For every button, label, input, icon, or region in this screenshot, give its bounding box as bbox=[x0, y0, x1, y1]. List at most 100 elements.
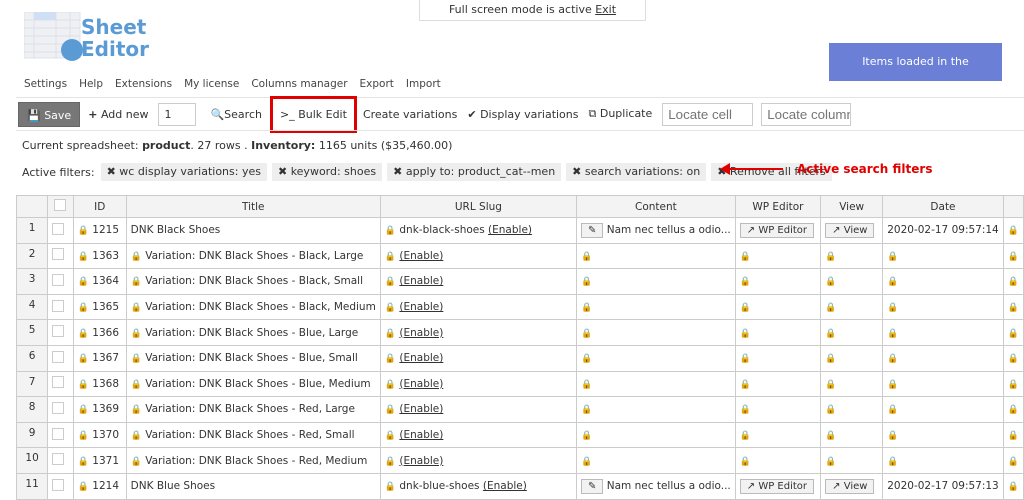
cell-date[interactable]: 2020-02-17 09:57:13 bbox=[882, 472, 1004, 500]
menu-import[interactable]: Import bbox=[406, 78, 441, 90]
menu-settings[interactable]: Settings bbox=[24, 78, 67, 90]
lock-icon: 🔒 bbox=[581, 379, 593, 390]
enable-link[interactable]: (Enable) bbox=[399, 352, 443, 364]
column-header-id[interactable]: ID bbox=[72, 195, 127, 218]
cell-url-slug[interactable]: 🔒 (Enable) bbox=[379, 293, 578, 321]
edit-content-button[interactable]: ✎ bbox=[581, 478, 604, 494]
bulk-edit-button[interactable]: >_ Bulk Edit bbox=[269, 95, 357, 133]
enable-link[interactable]: (Enable) bbox=[399, 301, 443, 313]
cell-content: 🔒 bbox=[576, 242, 736, 270]
display-variations-button[interactable]: ✔ Display variations bbox=[467, 108, 578, 121]
sheet-editor-logo: Sheet Editor bbox=[23, 11, 164, 64]
row-checkbox[interactable] bbox=[47, 293, 74, 321]
filter-chip[interactable]: ✖ search variations: on bbox=[566, 163, 707, 181]
cell-title[interactable]: 🔒 Variation: DNK Black Shoes - Red, Larg… bbox=[125, 396, 381, 423]
enable-link[interactable]: (Enable) bbox=[483, 480, 527, 492]
create-variations-button[interactable]: Create variations bbox=[363, 108, 457, 121]
row-checkbox[interactable] bbox=[47, 217, 74, 244]
enable-link[interactable]: (Enable) bbox=[399, 378, 443, 390]
lock-icon: 🔒 bbox=[130, 431, 142, 442]
cell-url-slug[interactable]: 🔒 (Enable) bbox=[379, 447, 578, 474]
cell-content[interactable]: ✎ Nam nec tellus a odio... bbox=[576, 217, 736, 244]
cell-date[interactable]: 2020-02-17 09:57:14 bbox=[882, 217, 1004, 244]
cell-url-slug[interactable]: 🔒 (Enable) bbox=[379, 370, 578, 398]
enable-link[interactable]: (Enable) bbox=[399, 250, 443, 262]
wp-editor-button[interactable]: ↗ WP Editor bbox=[739, 222, 815, 238]
save-button[interactable]: 💾 Save bbox=[18, 101, 81, 127]
view-button[interactable]: ↗ View bbox=[825, 222, 875, 238]
cell-view: 🔒 bbox=[820, 370, 884, 398]
locate-column-input[interactable] bbox=[761, 102, 852, 126]
enable-link[interactable]: (Enable) bbox=[399, 403, 443, 415]
exit-fullscreen-link[interactable]: Exit bbox=[595, 3, 616, 16]
enable-link[interactable]: (Enable) bbox=[399, 275, 443, 287]
cell-url-slug[interactable]: 🔒 dnk-blue-shoes (Enable) bbox=[379, 472, 578, 500]
filter-chip[interactable]: ✖ apply to: product_cat--men bbox=[387, 163, 562, 181]
cell-date: 🔒 bbox=[882, 370, 1004, 398]
filter-chip[interactable]: ✖ wc display variations: yes bbox=[100, 163, 267, 181]
enable-link[interactable]: (Enable) bbox=[399, 429, 443, 441]
duplicate-button[interactable]: ⧉ Duplicate bbox=[589, 107, 653, 121]
cell-url-slug[interactable]: 🔒 (Enable) bbox=[379, 319, 578, 346]
cell-title[interactable]: 🔒 Variation: DNK Black Shoes - Red, Medi… bbox=[125, 447, 381, 474]
edit-content-button[interactable]: ✎ bbox=[581, 222, 604, 238]
cell-url-slug[interactable]: 🔒 (Enable) bbox=[379, 421, 578, 449]
cell-url-slug[interactable]: 🔒 (Enable) bbox=[379, 242, 578, 270]
column-header-content[interactable]: Content bbox=[576, 195, 736, 218]
enable-link[interactable]: (Enable) bbox=[399, 327, 443, 339]
row-checkbox[interactable] bbox=[47, 421, 74, 449]
search-button[interactable]: 🔍Search bbox=[210, 108, 262, 121]
cell-url-slug[interactable]: 🔒 (Enable) bbox=[379, 268, 578, 295]
row-checkbox[interactable] bbox=[47, 472, 74, 500]
cell-title[interactable]: DNK Black Shoes bbox=[125, 217, 381, 244]
cell-title[interactable]: 🔒 Variation: DNK Black Shoes - Black, La… bbox=[125, 242, 381, 270]
lock-icon: 🔒 bbox=[887, 405, 899, 416]
cell-url-slug[interactable]: 🔒 (Enable) bbox=[379, 344, 578, 372]
wp-editor-button[interactable]: ↗ WP Editor bbox=[739, 478, 815, 494]
row-checkbox[interactable] bbox=[47, 268, 74, 295]
cell-date: 🔒 bbox=[882, 396, 1004, 423]
row-checkbox[interactable] bbox=[47, 344, 74, 372]
cell-title[interactable]: 🔒 Variation: DNK Black Shoes - Blue, Lar… bbox=[125, 319, 381, 346]
cell-title[interactable]: 🔒 Variation: DNK Black Shoes - Red, Smal… bbox=[125, 421, 381, 449]
column-header-url-slug[interactable]: URL Slug bbox=[379, 195, 578, 218]
svg-text:Editor: Editor bbox=[81, 37, 149, 61]
cell-content[interactable]: ✎ Nam nec tellus a odio... bbox=[576, 472, 736, 500]
select-all-checkbox[interactable] bbox=[47, 195, 74, 218]
active-filters: Active filters: ✖ wc display variations:… bbox=[22, 163, 837, 181]
column-header-title[interactable]: Title bbox=[125, 195, 381, 218]
menu-export[interactable]: Export bbox=[360, 78, 394, 90]
menu-extensions[interactable]: Extensions bbox=[115, 78, 172, 90]
row-checkbox[interactable] bbox=[47, 370, 74, 398]
row-checkbox[interactable] bbox=[47, 447, 74, 474]
row-checkbox[interactable] bbox=[47, 319, 74, 346]
add-count-input[interactable]: 1 bbox=[158, 102, 197, 126]
cell-url-slug[interactable]: 🔒 dnk-black-shoes (Enable) bbox=[379, 217, 578, 244]
lock-icon: 🔒 bbox=[130, 379, 142, 390]
terminal-icon: >_ bbox=[279, 107, 295, 121]
enable-link[interactable]: (Enable) bbox=[399, 455, 443, 467]
menu-columns-manager[interactable]: Columns manager bbox=[251, 78, 347, 90]
cell-title[interactable]: 🔒 Variation: DNK Black Shoes - Blue, Sma… bbox=[125, 344, 381, 372]
add-new-button[interactable]: + Add new bbox=[88, 108, 148, 121]
locate-cell-input[interactable] bbox=[662, 102, 754, 126]
cell-title[interactable]: DNK Blue Shoes bbox=[125, 472, 381, 500]
cell-title[interactable]: 🔒 Variation: DNK Black Shoes - Blue, Med… bbox=[125, 370, 381, 398]
column-header-wp-editor[interactable]: WP Editor bbox=[734, 195, 822, 218]
cell-url-slug[interactable]: 🔒 (Enable) bbox=[379, 396, 578, 423]
column-header-date[interactable]: Date bbox=[882, 195, 1004, 218]
column-header-more[interactable] bbox=[1002, 195, 1024, 218]
menu-help[interactable]: Help bbox=[79, 78, 103, 90]
cell-id: 🔒 1364 bbox=[72, 268, 127, 295]
filter-chip[interactable]: ✖ keyword: shoes bbox=[271, 163, 383, 181]
column-header-view[interactable]: View bbox=[820, 195, 884, 218]
view-button[interactable]: ↗ View bbox=[825, 478, 875, 494]
row-number: 6 bbox=[15, 344, 49, 372]
cell-title[interactable]: 🔒 Variation: DNK Black Shoes - Black, Me… bbox=[125, 293, 381, 321]
menu-my-license[interactable]: My license bbox=[184, 78, 239, 90]
items-loaded-button[interactable]: Items loaded in the spreadsheet bbox=[829, 43, 1002, 106]
row-checkbox[interactable] bbox=[47, 242, 74, 270]
cell-title[interactable]: 🔒 Variation: DNK Black Shoes - Black, Sm… bbox=[125, 268, 381, 295]
row-checkbox[interactable] bbox=[47, 396, 74, 423]
enable-link[interactable]: (Enable) bbox=[488, 224, 532, 236]
